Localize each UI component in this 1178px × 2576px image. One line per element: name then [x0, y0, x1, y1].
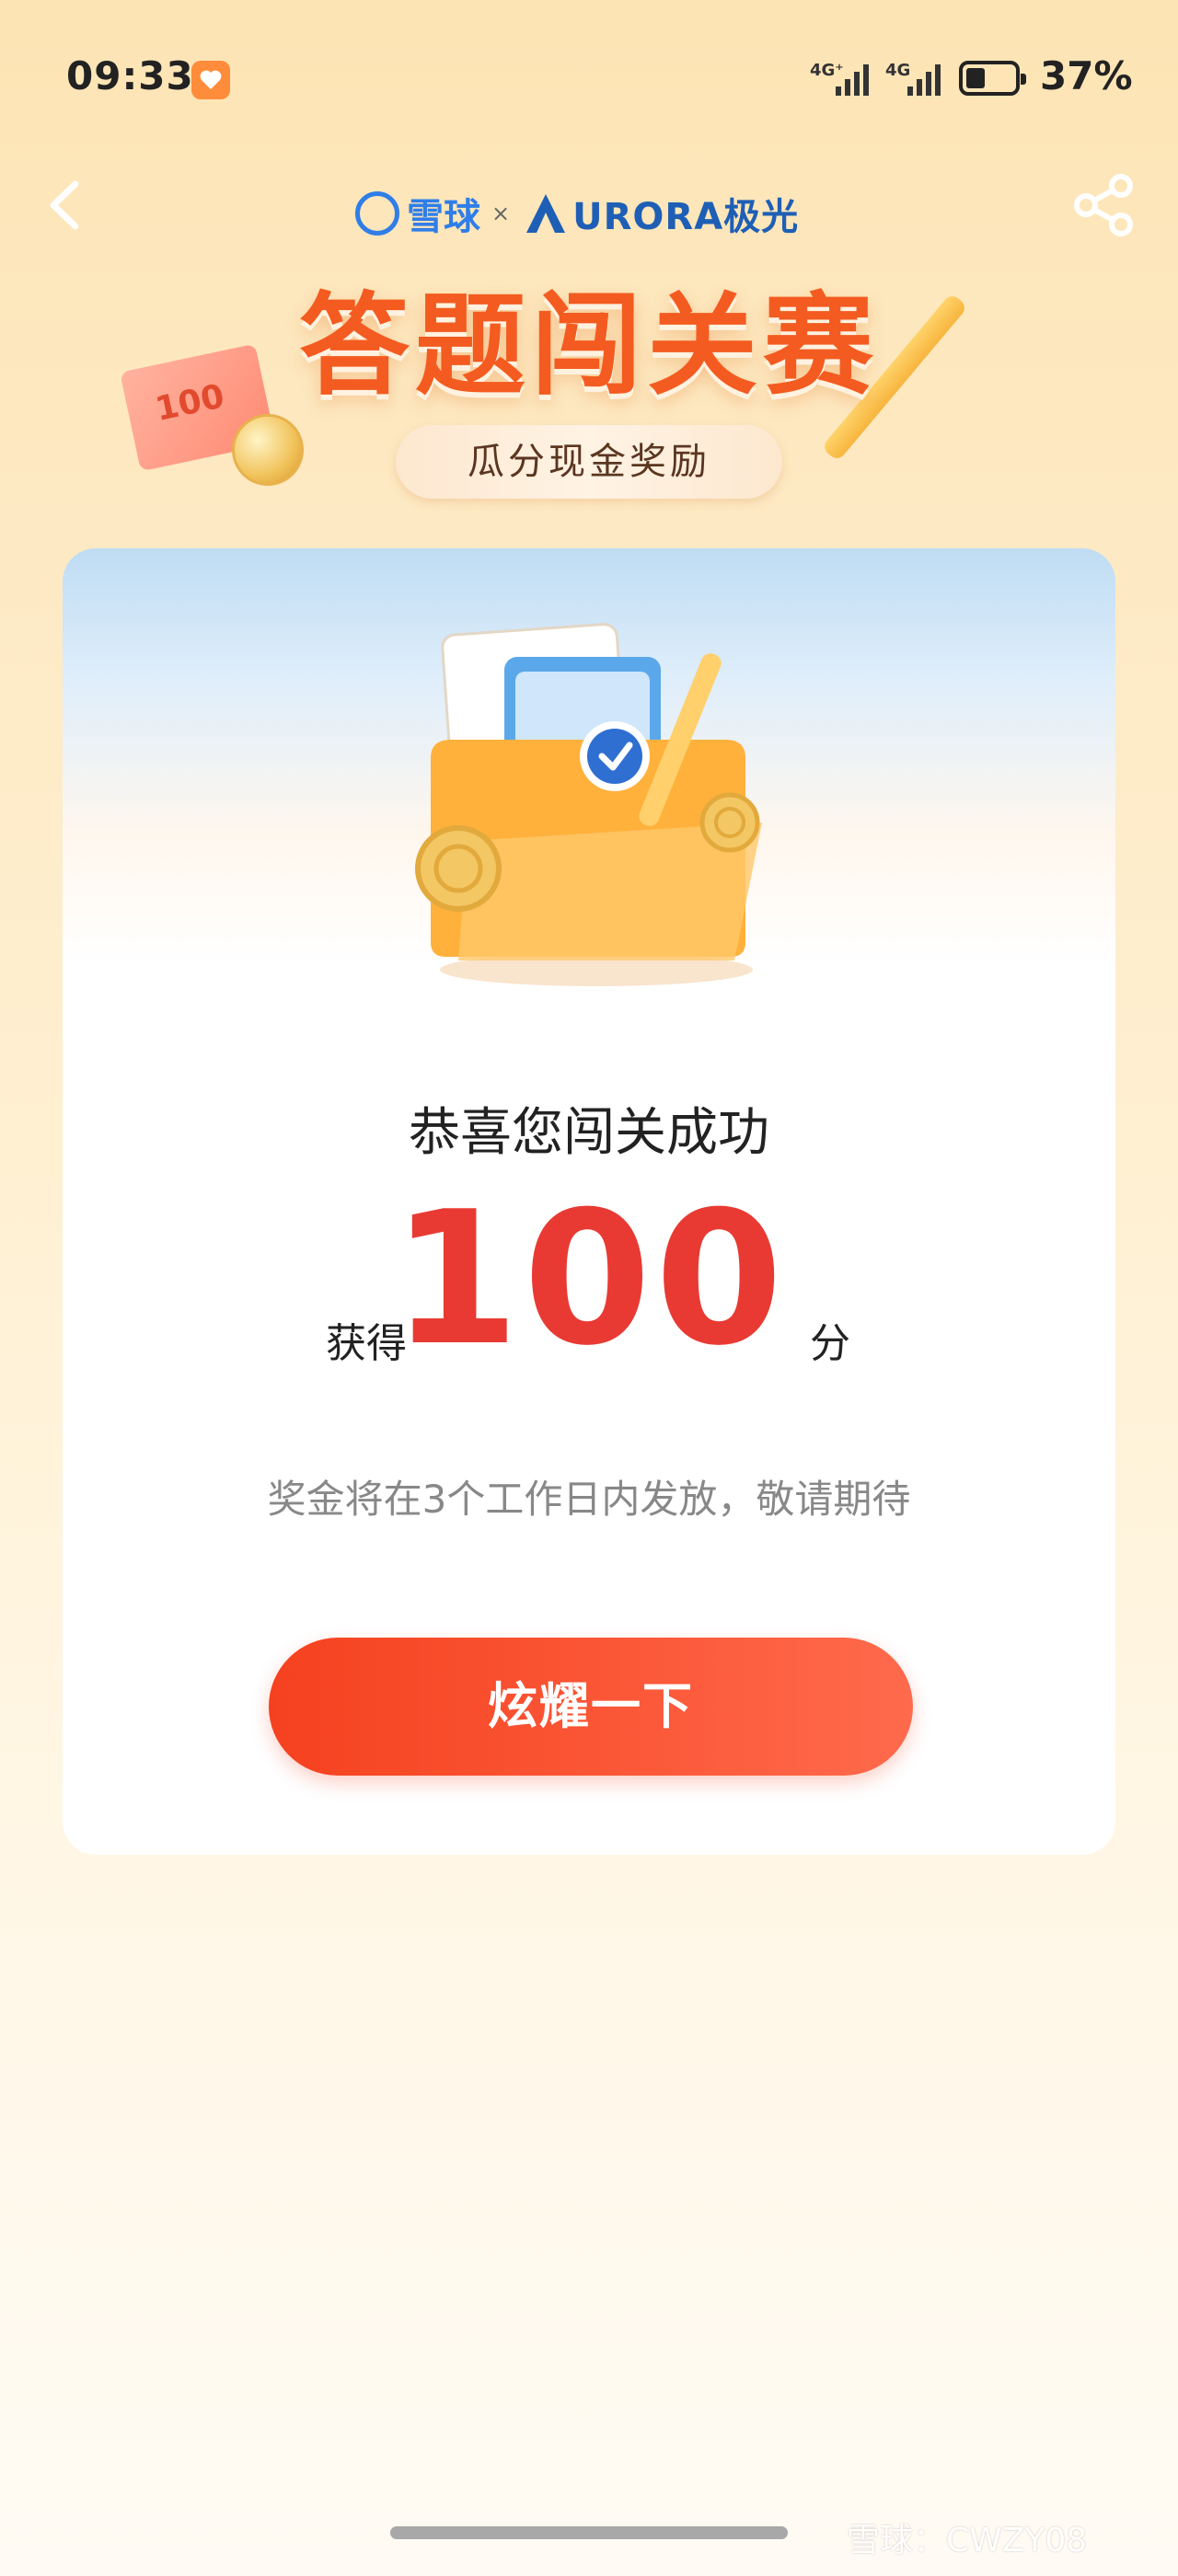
battery-icon	[959, 61, 1026, 96]
share-achievement-button[interactable]: 炫耀一下	[269, 1638, 913, 1776]
brand-xueqiu: 雪球	[407, 196, 480, 238]
score-unit: 分	[810, 1320, 850, 1367]
aurora-logo-icon	[526, 194, 566, 233]
coin-illustration	[232, 414, 304, 486]
signal-icon-1	[836, 64, 869, 96]
watermark: 雪球：CWZY08	[847, 2522, 1088, 2559]
battery-percent: 37%	[1040, 53, 1133, 98]
brand-aurora: URORA极光	[572, 196, 800, 238]
reward-notice: 奖金将在3个工作日内发放，敬请期待	[267, 1477, 911, 1522]
score-row: 100 获得 分	[63, 1172, 1115, 1386]
share-icon[interactable]	[1069, 171, 1138, 239]
score-prefix: 获得	[326, 1320, 407, 1367]
back-icon[interactable]	[33, 173, 98, 237]
result-card: 恭喜您闯关成功 100 获得 分 奖金将在3个工作日内发放，敬请期待 炫耀一下	[63, 548, 1115, 1855]
notification-app-icon	[191, 61, 230, 99]
brand-times: ×	[491, 201, 511, 226]
page-title: 答题闯关赛	[299, 282, 879, 410]
score-value: 100	[391, 1172, 787, 1386]
xueqiu-logo-icon	[355, 191, 399, 236]
status-bar: 09:33 4G⁺ 4G 37%	[0, 0, 1178, 156]
congrats-text: 恭喜您闯关成功	[409, 1103, 769, 1163]
brand-header: 雪球 × URORA极光	[355, 184, 799, 243]
page-subtitle: 瓜分现金奖励	[396, 425, 782, 499]
quiz-folder-illustration	[415, 623, 762, 986]
status-time: 09:33	[66, 53, 194, 98]
home-indicator[interactable]	[390, 2526, 788, 2539]
signal-icon-2	[907, 64, 941, 96]
